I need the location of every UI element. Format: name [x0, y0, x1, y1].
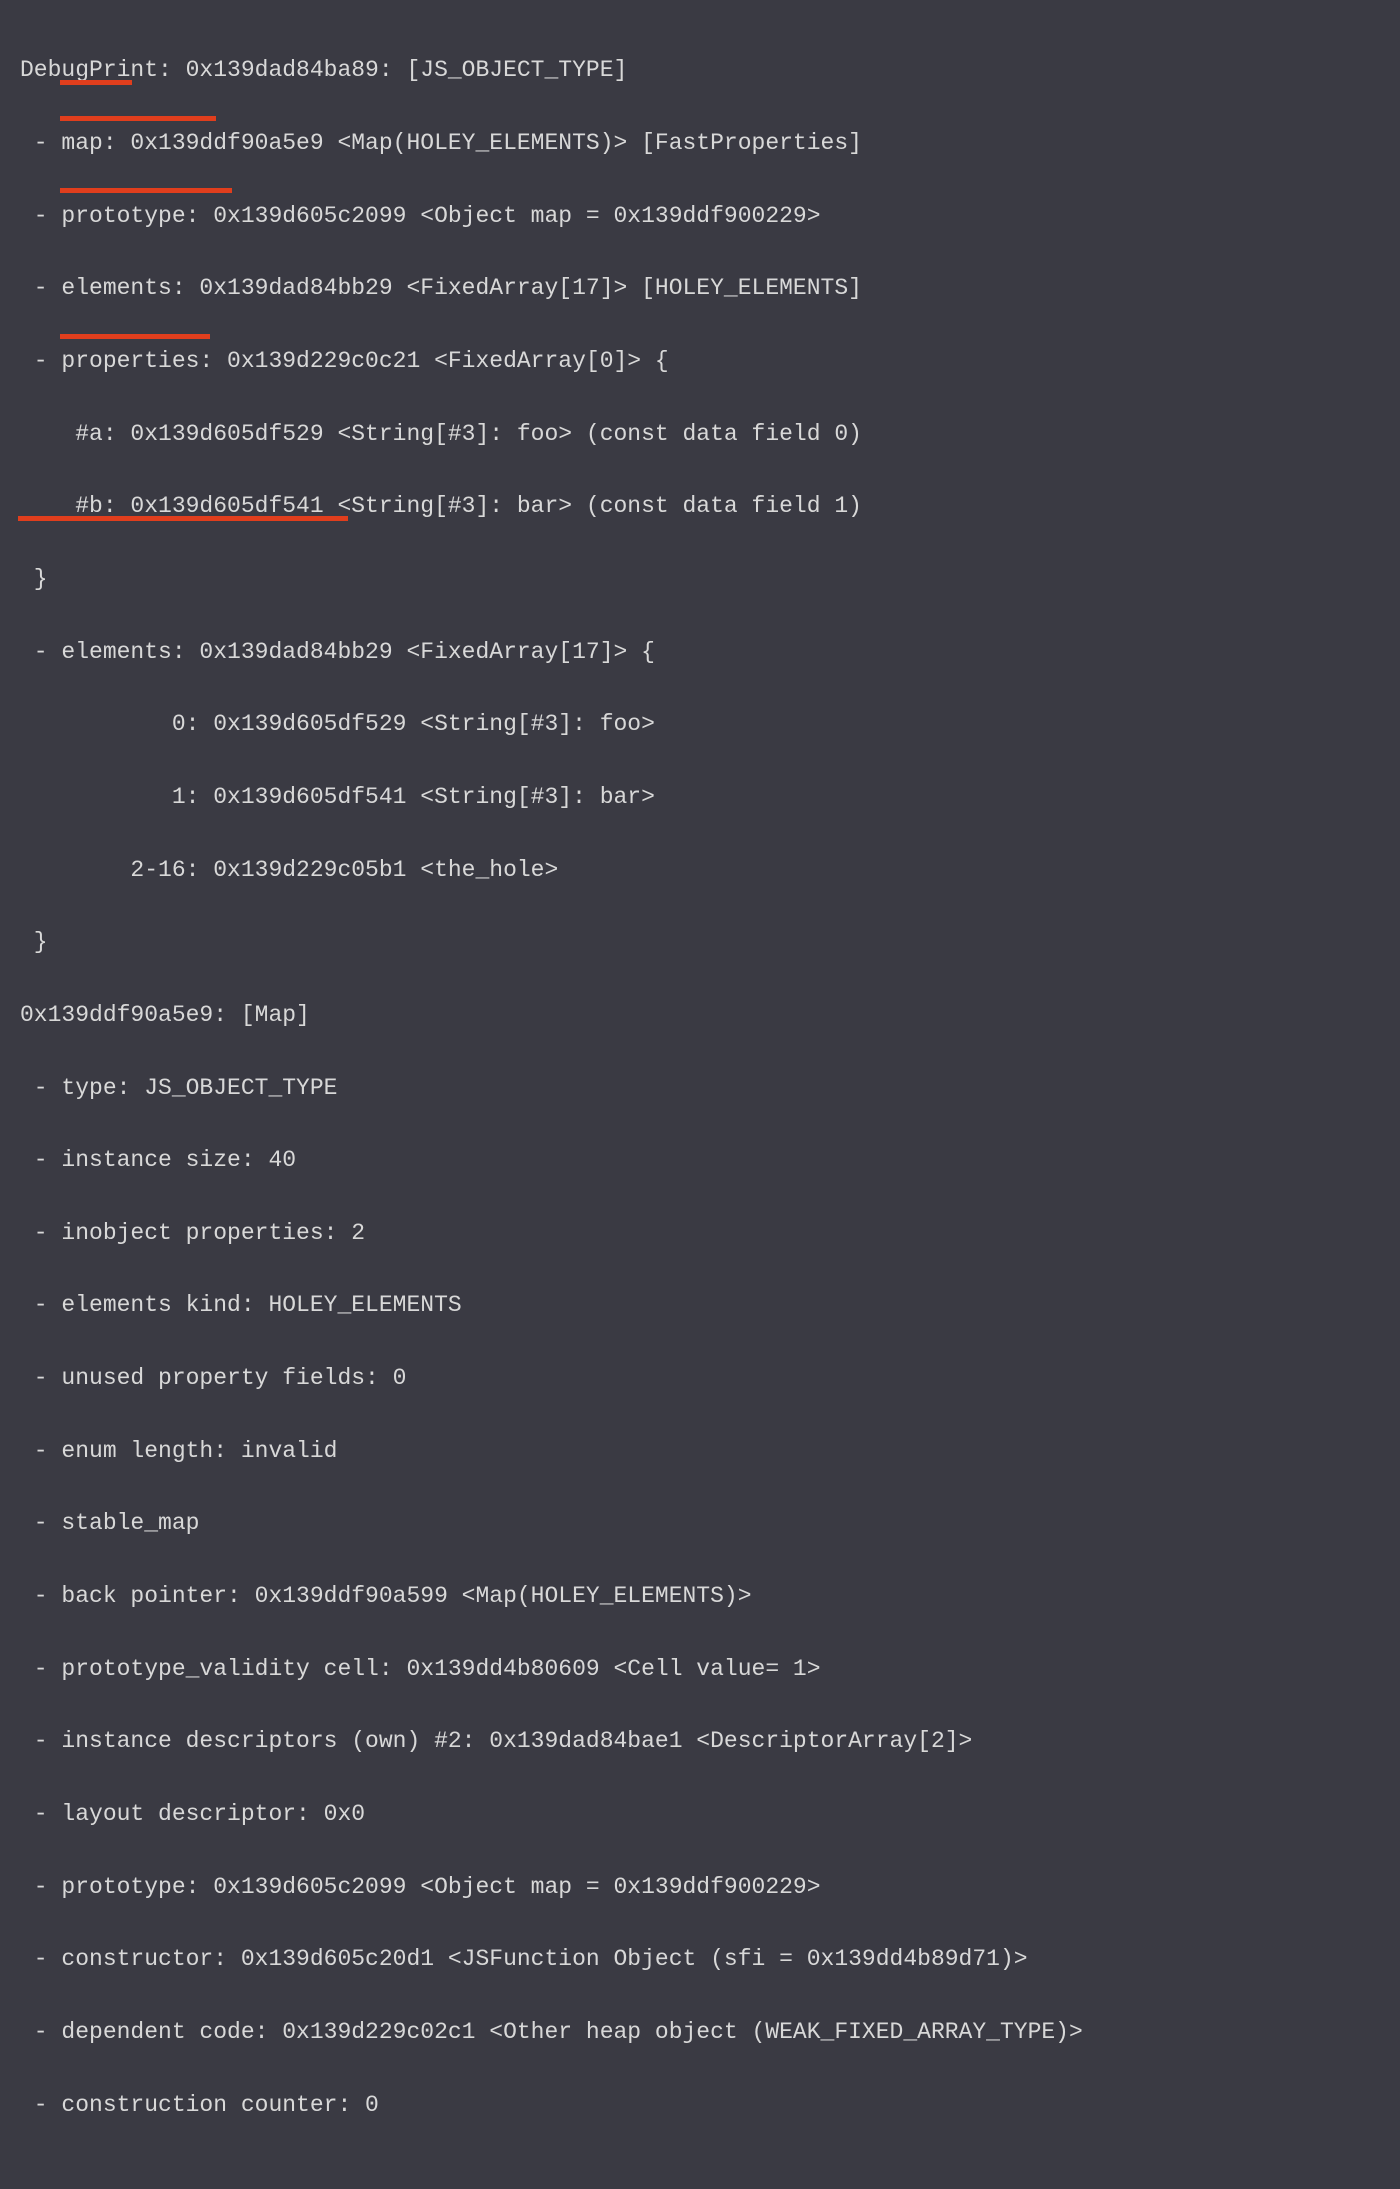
highlight-underline — [60, 334, 210, 339]
element-1: 1: 0x139d605df541 <String[#3]: bar> — [20, 779, 1380, 815]
highlight-underline — [18, 516, 348, 521]
highlight-underline — [60, 188, 232, 193]
highlight-underline — [60, 80, 132, 85]
map-layout-descriptor: - layout descriptor: 0x0 — [20, 1796, 1380, 1832]
properties-line: - properties: 0x139d229c0c21 <FixedArray… — [20, 343, 1380, 379]
map-dependent-code: - dependent code: 0x139d229c02c1 <Other … — [20, 2014, 1380, 2050]
element-hole: 2-16: 0x139d229c05b1 <the_hole> — [20, 852, 1380, 888]
map-prototype: - prototype: 0x139d605c2099 <Object map … — [20, 1869, 1380, 1905]
elements-block-line: - elements: 0x139dad84bb29 <FixedArray[1… — [20, 634, 1380, 670]
property-a: #a: 0x139d605df529 <String[#3]: foo> (co… — [20, 416, 1380, 452]
prototype-line: - prototype: 0x139d605c2099 <Object map … — [20, 198, 1380, 234]
map-elements-kind: - elements kind: HOLEY_ELEMENTS — [20, 1287, 1380, 1323]
map-descriptors: - instance descriptors (own) #2: 0x139da… — [20, 1723, 1380, 1759]
elements-summary-line: - elements: 0x139dad84bb29 <FixedArray[1… — [20, 270, 1380, 306]
highlight-underline — [60, 116, 216, 121]
map-back-pointer: - back pointer: 0x139ddf90a599 <Map(HOLE… — [20, 1578, 1380, 1614]
map-type: - type: JS_OBJECT_TYPE — [20, 1070, 1380, 1106]
map-stable: - stable_map — [20, 1505, 1380, 1541]
map-inobject-props: - inobject properties: 2 — [20, 1215, 1380, 1251]
map-construction-counter: - construction counter: 0 — [20, 2087, 1380, 2123]
map-instance-size: - instance size: 40 — [20, 1142, 1380, 1178]
map-proto-validity: - prototype_validity cell: 0x139dd4b8060… — [20, 1651, 1380, 1687]
terminal-output: DebugPrint: 0x139dad84ba89: [JS_OBJECT_T… — [0, 0, 1400, 2189]
properties-close: } — [20, 561, 1380, 597]
map-line: - map: 0x139ddf90a5e9 <Map(HOLEY_ELEMENT… — [20, 125, 1380, 161]
map-unused-fields: - unused property fields: 0 — [20, 1360, 1380, 1396]
element-0: 0: 0x139d605df529 <String[#3]: foo> — [20, 706, 1380, 742]
map-enum-length: - enum length: invalid — [20, 1433, 1380, 1469]
map-dump-header: 0x139ddf90a5e9: [Map] — [20, 997, 1380, 1033]
elements-close: } — [20, 924, 1380, 960]
map-constructor: - constructor: 0x139d605c20d1 <JSFunctio… — [20, 1941, 1380, 1977]
debugprint-header: DebugPrint: 0x139dad84ba89: [JS_OBJECT_T… — [20, 52, 1380, 88]
